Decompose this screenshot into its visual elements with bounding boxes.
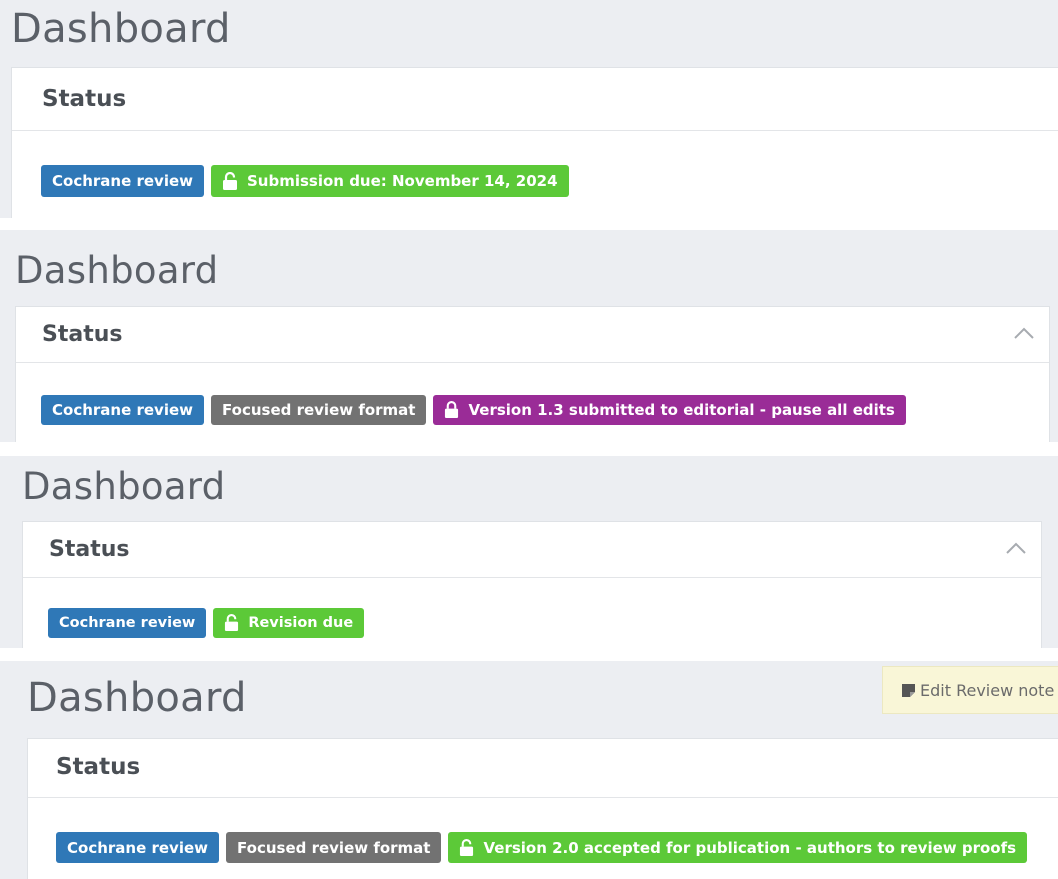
dashboard-section-4: Dashboard Edit Review note Status Cochra…: [0, 661, 1058, 879]
status-panel-header[interactable]: Status: [16, 307, 1049, 363]
status-heading: Status: [56, 754, 141, 780]
status-badges: Cochrane review Submission due: November…: [41, 165, 569, 197]
review-type-badge: Cochrane review: [56, 832, 219, 863]
status-panel: Status Cochrane review Submission due: N…: [11, 67, 1058, 218]
status-badges: Cochrane review Focused review format Ve…: [41, 395, 906, 425]
chevron-up-icon[interactable]: [1013, 323, 1035, 345]
status-panel-header[interactable]: Status: [12, 68, 1058, 131]
status-badge-label: Submission due: November 14, 2024: [247, 172, 558, 190]
status-badges: Cochrane review Focused review format Ve…: [56, 832, 1028, 863]
review-type-badge: Cochrane review: [41, 165, 204, 197]
status-badge-label: Version 1.3 submitted to editorial - pau…: [468, 401, 895, 419]
review-type-badge: Cochrane review: [41, 395, 204, 425]
status-heading: Status: [49, 537, 130, 562]
status-badge-label: Revision due: [248, 615, 354, 631]
dashboard-section-2: Dashboard Status Cochrane review Focused…: [0, 230, 1058, 442]
edit-review-note-button[interactable]: Edit Review note: [882, 666, 1058, 714]
status-heading: Status: [42, 86, 127, 112]
dashboard-section-1: Dashboard Status Cochrane review Submiss…: [0, 0, 1058, 218]
page-title: Dashboard: [22, 465, 226, 508]
status-badge-label: Version 2.0 accepted for publication - a…: [483, 838, 1017, 857]
dashboard-section-3: Dashboard Status Cochrane review Revisio…: [0, 456, 1058, 648]
lock-icon: [445, 401, 459, 418]
format-badge: Focused review format: [226, 832, 442, 863]
status-panel-header[interactable]: Status: [28, 739, 1058, 798]
status-heading: Status: [42, 322, 123, 347]
status-badge: Version 1.3 submitted to editorial - pau…: [433, 395, 906, 425]
unlock-icon: [225, 614, 239, 631]
status-panel: Status Cochrane review Focused review fo…: [27, 738, 1058, 879]
status-badge: Version 2.0 accepted for publication - a…: [448, 832, 1028, 863]
chevron-up-icon[interactable]: [1005, 538, 1027, 560]
status-badge: Revision due: [213, 608, 365, 638]
note-icon: [902, 683, 915, 697]
status-panel: Status Cochrane review Revision due: [22, 521, 1042, 648]
review-type-badge: Cochrane review: [48, 608, 207, 638]
unlock-icon: [223, 171, 237, 190]
page-title: Dashboard: [27, 675, 247, 721]
status-badges: Cochrane review Revision due: [48, 608, 365, 638]
status-panel: Status Cochrane review Focused review fo…: [15, 306, 1050, 442]
status-badge: Submission due: November 14, 2024: [211, 165, 569, 197]
edit-review-note-label: Edit Review note: [920, 680, 1055, 700]
format-badge: Focused review format: [211, 395, 427, 425]
unlock-icon: [460, 838, 474, 856]
page-title: Dashboard: [11, 6, 231, 52]
status-panel-header[interactable]: Status: [23, 522, 1041, 578]
page-title: Dashboard: [15, 249, 219, 292]
